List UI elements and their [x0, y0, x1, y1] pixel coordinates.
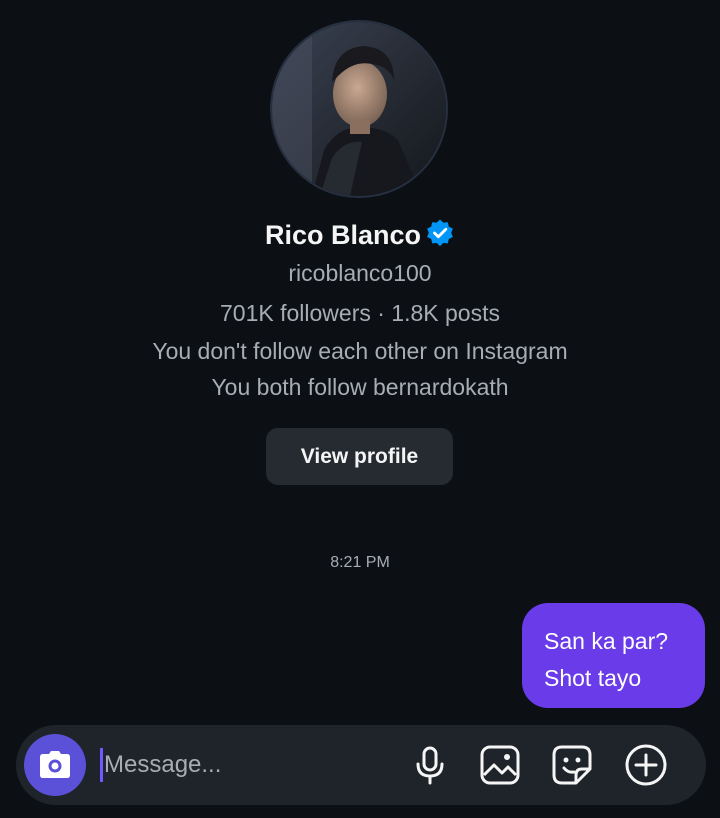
profile-stats: 701K followers · 1.8K posts — [220, 300, 500, 326]
message-line: San ka par? — [544, 628, 669, 654]
microphone-button[interactable] — [408, 743, 452, 787]
profile-username: ricoblanco100 — [288, 260, 432, 286]
sent-message-bubble[interactable]: San ka par? Shot tayo — [522, 603, 705, 708]
sticker-button[interactable] — [550, 743, 594, 787]
avatar-photo — [272, 22, 446, 196]
text-cursor — [100, 748, 103, 782]
message-input[interactable] — [104, 745, 404, 785]
view-profile-button[interactable]: View profile — [266, 428, 453, 485]
message-timestamp: 8:21 PM — [330, 554, 390, 571]
microphone-icon — [416, 746, 444, 785]
camera-icon — [40, 751, 70, 778]
profile-name: Rico Blanco — [264, 220, 422, 250]
gallery-button[interactable] — [478, 743, 522, 787]
camera-button[interactable] — [24, 734, 86, 796]
add-icon — [625, 744, 667, 786]
profile-name-row: Rico Blanco — [0, 218, 720, 256]
verified-badge-icon — [425, 218, 455, 256]
gallery-icon — [480, 745, 520, 785]
message-composer — [16, 725, 706, 805]
profile-avatar[interactable] — [272, 22, 446, 196]
follow-status: You don't follow each other on Instagram — [152, 338, 568, 364]
message-line: Shot tayo — [544, 665, 642, 691]
sticker-icon — [552, 745, 592, 785]
mutual-follow: You both follow bernardokath — [211, 374, 509, 400]
add-button[interactable] — [624, 743, 668, 787]
